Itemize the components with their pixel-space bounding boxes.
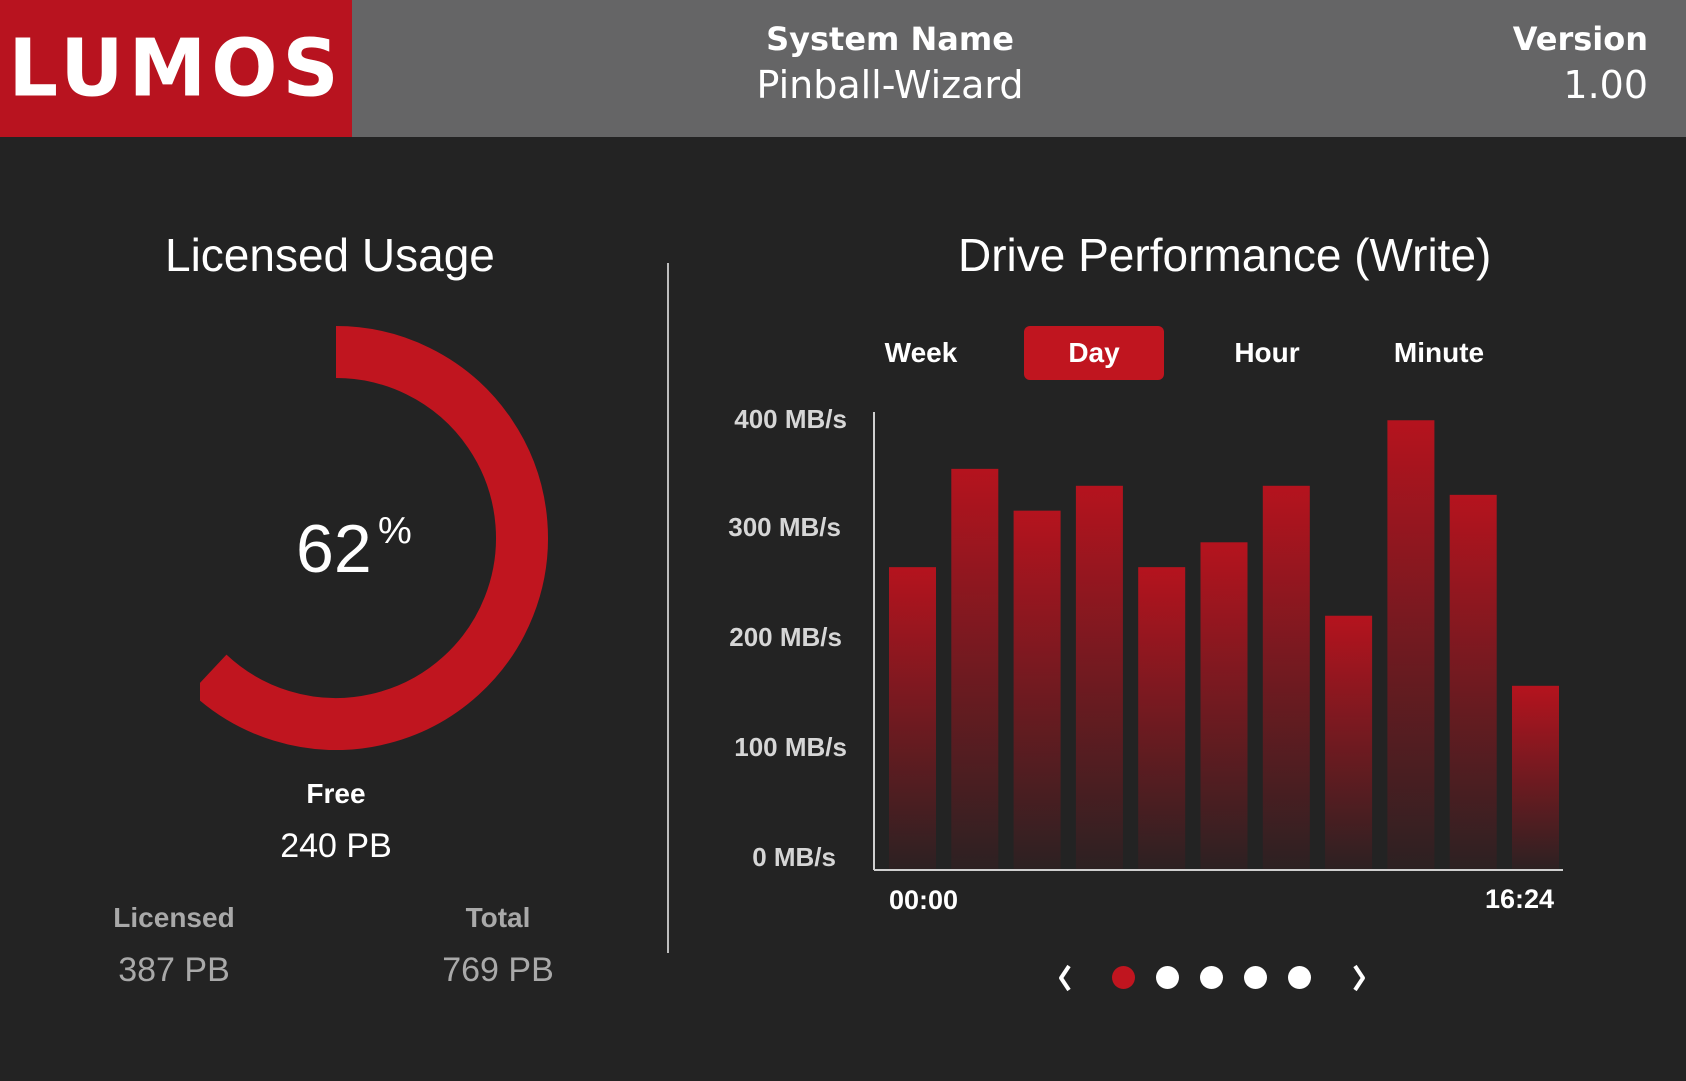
chart-bar — [1512, 685, 1559, 870]
free-label: Free — [306, 778, 366, 809]
total-value: 769 PB — [442, 951, 554, 989]
chart-bar — [1262, 485, 1310, 870]
tab-day[interactable]: Day — [1024, 326, 1164, 380]
x-tick-label-start: 00:00 — [889, 885, 958, 915]
system-name-block: System Name Pinball-Wizard — [690, 18, 1090, 110]
time-range-tabs: Week Day Hour Minute — [850, 326, 1590, 380]
free-value: 240 PB — [280, 827, 392, 865]
usage-percent-value: 62 — [296, 511, 372, 587]
panel-divider — [667, 263, 669, 953]
version-value: 1.00 — [1563, 63, 1648, 107]
licensed-value: 387 PB — [118, 951, 230, 989]
system-name-value: Pinball-Wizard — [756, 63, 1024, 107]
chart-bar — [1387, 420, 1435, 870]
pager-dot[interactable] — [1244, 966, 1267, 989]
chart-bar — [1200, 542, 1248, 870]
pager-dot[interactable] — [1112, 966, 1135, 989]
tab-week[interactable]: Week — [850, 326, 992, 380]
lumos-logo: LUMOS — [0, 0, 352, 137]
y-tick-label: 400 MB/s — [734, 404, 847, 434]
version-block: Version 1.00 — [1513, 18, 1648, 110]
pager-dot[interactable] — [1156, 966, 1179, 989]
y-tick-label: 0 MB/s — [752, 842, 836, 872]
y-tick-label: 100 MB/s — [734, 732, 847, 762]
logo-text: LUMOS — [8, 22, 344, 115]
chart-bar — [1449, 494, 1497, 870]
drive-performance-title: Drive Performance (Write) — [958, 229, 1492, 281]
chart-bar — [889, 567, 936, 870]
licensed-label: Licensed — [113, 902, 235, 933]
tab-hour[interactable]: Hour — [1196, 326, 1338, 380]
chart-pager — [1055, 960, 1375, 996]
y-tick-label: 300 MB/s — [728, 512, 841, 542]
pager-dot[interactable] — [1200, 966, 1223, 989]
chart-bar — [1138, 567, 1186, 870]
chart-bar — [1075, 485, 1123, 870]
pager-dot[interactable] — [1288, 966, 1311, 989]
total-label: Total — [465, 902, 531, 933]
chart-bar — [1013, 510, 1061, 870]
x-tick-label-end: 16:24 — [1485, 884, 1554, 914]
chevron-left-icon[interactable] — [1055, 964, 1075, 992]
chevron-right-icon[interactable] — [1349, 964, 1369, 992]
header-bar: LUMOS System Name Pinball-Wizard Version… — [0, 0, 1686, 137]
chart-bar — [951, 468, 999, 870]
licensed-usage-title: Licensed Usage — [165, 229, 495, 281]
chart-bar — [1325, 615, 1373, 870]
version-label: Version — [1512, 20, 1648, 58]
y-tick-label: 200 MB/s — [729, 622, 842, 652]
usage-percent-sign: % — [378, 510, 412, 552]
system-name-label: System Name — [766, 20, 1014, 58]
tab-minute[interactable]: Minute — [1368, 326, 1510, 380]
